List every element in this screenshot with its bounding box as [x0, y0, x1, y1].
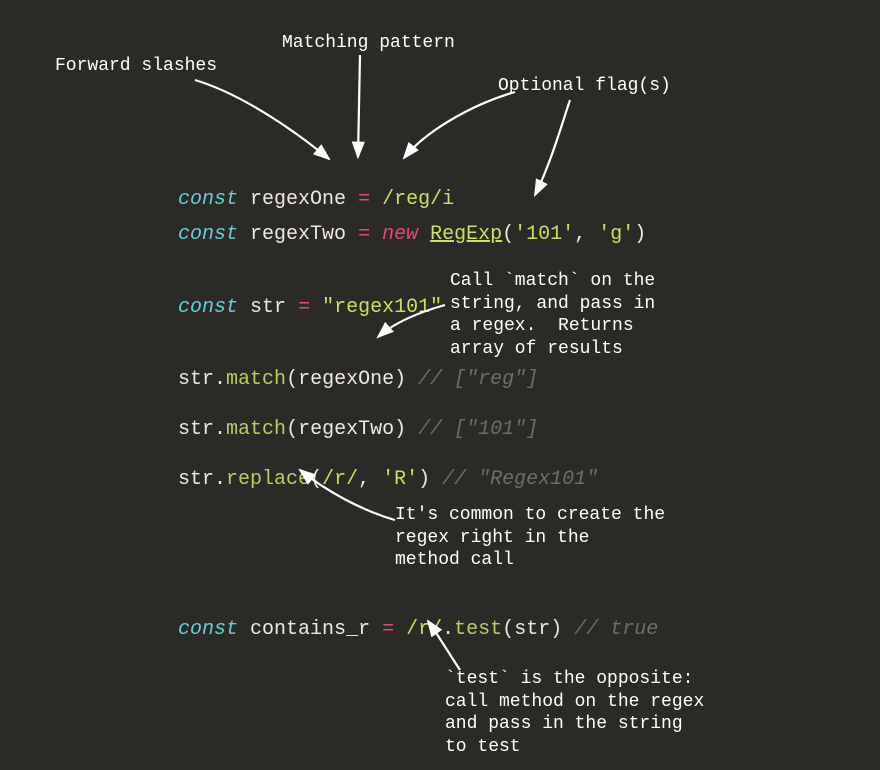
identifier: str [178, 468, 214, 491]
regex-literal: /r/ [322, 468, 358, 491]
annotation-test-opposite: `test` is the opposite: call method on t… [445, 668, 704, 758]
annotation-matching-pattern: Matching pattern [282, 32, 455, 55]
annotation-optional-flags: Optional flag(s) [498, 75, 671, 98]
method-test: test [454, 618, 502, 641]
code-line-6: str.replace(/r/, 'R') // "Regex101" [130, 445, 598, 514]
comment: // true [574, 618, 658, 641]
arrow-forward-slashes [195, 80, 329, 159]
operator-equals: = [382, 618, 394, 641]
method-match: match [226, 418, 286, 441]
code-line-2: const regexTwo = new RegExp('101', 'g') [130, 200, 646, 269]
identifier: regexTwo [250, 223, 346, 246]
method-match: match [226, 368, 286, 391]
keyword-const: const [178, 223, 238, 246]
identifier: regexTwo [298, 418, 394, 441]
identifier: contains_r [250, 618, 370, 641]
operator-equals: = [298, 296, 310, 319]
string-literal: "regex101" [322, 296, 442, 319]
operator-equals: = [358, 223, 370, 246]
keyword-const: const [178, 618, 238, 641]
comment: // ["101"] [418, 418, 538, 441]
arrow-matching-pattern [358, 55, 360, 157]
string-literal: 'R' [382, 468, 418, 491]
comment: // ["reg"] [418, 368, 538, 391]
identifier: str [178, 368, 214, 391]
regexp-ctor: RegExp [430, 223, 502, 246]
string-literal: 'g' [598, 223, 634, 246]
comment: // "Regex101" [442, 468, 598, 491]
annotation-forward-slashes: Forward slashes [55, 55, 217, 78]
paren-open: ( [502, 223, 514, 246]
string-literal: '101' [514, 223, 574, 246]
keyword-const: const [178, 296, 238, 319]
code-line-7: const contains_r = /r/.test(str) // true [130, 595, 658, 664]
identifier: regexOne [298, 368, 394, 391]
identifier: str [178, 418, 214, 441]
keyword-new: new [382, 223, 418, 246]
identifier: str [514, 618, 550, 641]
annotation-inline-regex: It's common to create the regex right in… [395, 504, 665, 572]
paren-close: ) [634, 223, 646, 246]
arrow-optional-flags-2 [535, 100, 570, 195]
code-line-3: const str = "regex101" [130, 273, 442, 342]
arrow-optional-flags-1 [404, 92, 515, 158]
regex-literal: /r/ [406, 618, 442, 641]
identifier: str [250, 296, 286, 319]
method-replace: replace [226, 468, 310, 491]
diagram-canvas: Forward slashes Matching pattern Optiona… [0, 0, 880, 770]
